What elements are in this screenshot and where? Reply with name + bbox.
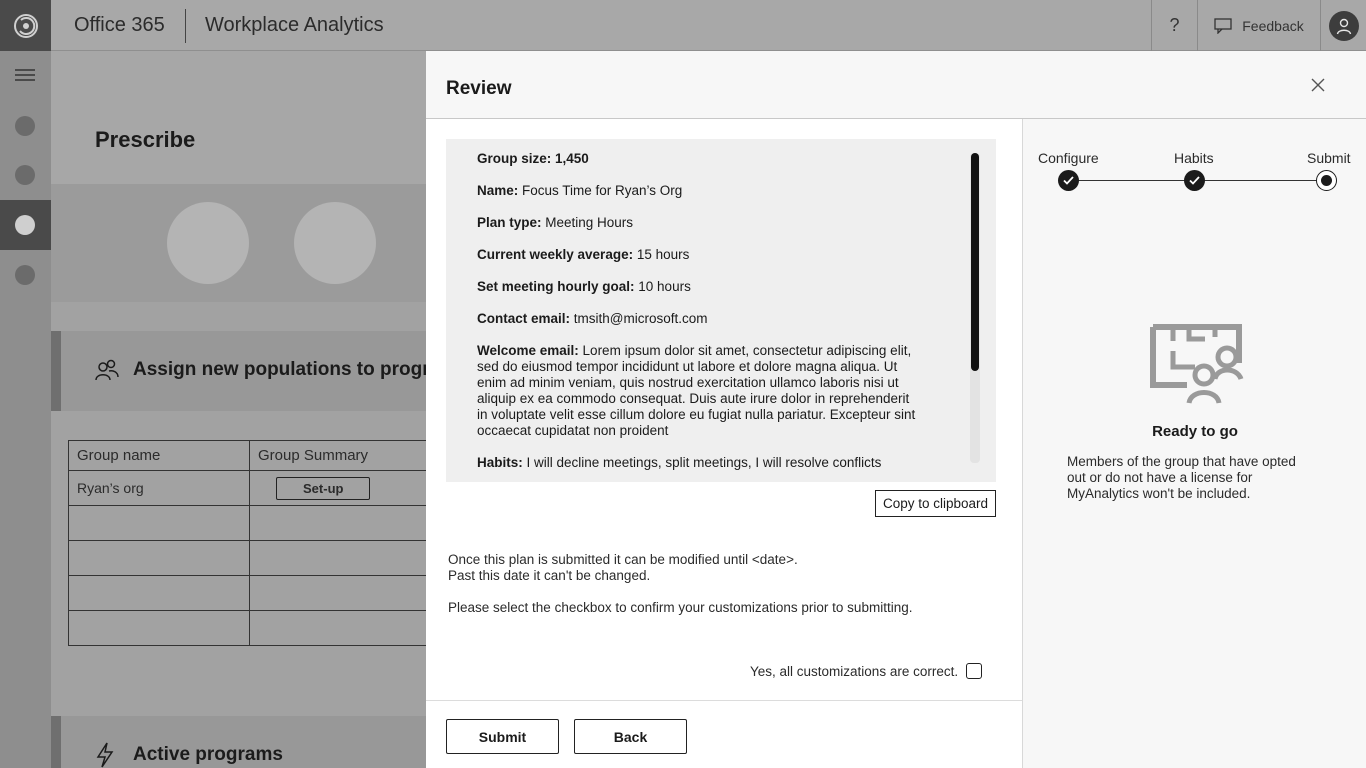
user-menu[interactable] — [1321, 0, 1366, 51]
table-row — [67, 610, 427, 646]
close-icon[interactable] — [1310, 77, 1326, 93]
panel-title: Review — [446, 78, 512, 99]
summary-item: Name: Focus Time for Ryan’s Org — [477, 183, 683, 198]
active-programs-title: Active programs — [133, 744, 283, 765]
table-row — [67, 540, 427, 576]
summary-circle-1 — [167, 202, 249, 284]
plan-summary: Group size: 1,450 Name: Focus Time for R… — [477, 151, 917, 482]
setup-button[interactable]: Set-up — [276, 476, 371, 500]
step-label-submit: Submit — [1307, 150, 1351, 166]
nav-item-active[interactable] — [0, 200, 51, 250]
left-nav-rail — [0, 51, 51, 768]
groups-table: Group name Group Summary Ryan’s org Set-… — [67, 440, 427, 646]
summary-circle-2 — [294, 202, 376, 284]
assign-section-title: Assign new populations to programs — [133, 359, 427, 380]
review-panel: Review Group size: 1,450 Name: Focus Tim… — [426, 51, 1366, 768]
panel-footer: Submit Back — [426, 700, 1022, 768]
confirm-label: Yes, all customizations are correct. — [750, 663, 959, 679]
app-logo-icon[interactable] — [0, 0, 51, 51]
summary-item: Plan type: Meeting Hours — [477, 215, 634, 230]
help-button[interactable]: ? — [1151, 0, 1197, 51]
confirm-checkbox[interactable] — [966, 663, 983, 679]
top-bar: Office 365 Workplace Analytics ? Feedbac… — [0, 0, 1366, 51]
lightning-icon — [96, 742, 114, 768]
back-button[interactable]: Back — [574, 719, 687, 754]
copy-to-clipboard-button[interactable]: Copy to clipboard — [875, 490, 996, 517]
ready-title: Ready to go — [1152, 423, 1238, 440]
group-name-cell: Ryan’s org — [67, 470, 251, 506]
feedback-label: Feedback — [1242, 17, 1304, 34]
step-submit-current-icon[interactable] — [1316, 170, 1337, 191]
action-cell: Set-up — [249, 470, 427, 506]
stepper-labels: Configure Habits Submit — [1023, 150, 1366, 170]
feedback-icon — [1214, 17, 1232, 34]
review-content: Group size: 1,450 Name: Focus Time for R… — [426, 119, 1022, 768]
table-row — [67, 505, 427, 541]
panel-header: Review — [426, 51, 1366, 119]
assign-section: Assign new populations to programs — [51, 331, 427, 411]
summary-item: Set meeting hourly goal: 10 hours — [477, 279, 691, 294]
step-habits-check-icon[interactable] — [1184, 170, 1205, 191]
people-icon — [95, 359, 119, 381]
feedback-button[interactable]: Feedback — [1197, 0, 1321, 51]
summary-item: Welcome email: Lorem ipsum dolor sit ame… — [477, 343, 916, 438]
submit-button[interactable]: Submit — [446, 719, 559, 754]
table-row — [67, 575, 427, 611]
table-row: Ryan’s org Set-up — [67, 470, 427, 506]
ready-description: Members of the group that have opted out… — [1067, 454, 1296, 501]
suite-name[interactable]: Office 365 — [74, 14, 165, 37]
product-name[interactable]: Workplace Analytics — [205, 14, 384, 37]
summary-item: Current weekly average: 15 hours — [477, 247, 690, 262]
step-configure-check-icon[interactable] — [1058, 170, 1079, 191]
user-icon — [1336, 18, 1351, 34]
summary-item: Group size: 1,450 — [477, 151, 589, 166]
nav-item-3 — [15, 215, 35, 235]
avatar[interactable] — [1328, 10, 1359, 41]
modification-note: Once this plan is submitted it can be mo… — [448, 552, 798, 583]
header-divider — [185, 9, 186, 43]
nav-item-1[interactable] — [15, 116, 35, 136]
table-header-row: Group name Group Summary — [67, 440, 427, 471]
column-header: Group Summary — [249, 440, 427, 471]
help-icon: ? — [1169, 15, 1180, 35]
status-column: Configure Habits Submit Ready to go Memb… — [1022, 119, 1366, 768]
scrollbar-thumb[interactable] — [971, 153, 979, 371]
nav-item-2[interactable] — [15, 165, 35, 185]
summary-item: Habits: I will decline meetings, split m… — [477, 455, 882, 470]
checkbox-instruction: Please select the checkbox to confirm yo… — [448, 600, 913, 615]
plan-summary-box: Group size: 1,450 Name: Focus Time for R… — [446, 139, 996, 482]
step-label-habits: Habits — [1174, 150, 1214, 166]
active-programs-section: Active programs — [51, 716, 427, 768]
step-label-configure: Configure — [1038, 150, 1099, 166]
background-page: Prescribe Assign new populations to prog… — [51, 51, 427, 768]
summary-item: Contact email: tmsith@microsoft.com — [477, 311, 708, 326]
column-header: Group name — [67, 440, 251, 471]
page-header — [51, 51, 427, 184]
hamburger-menu-icon[interactable] — [15, 69, 35, 83]
page-title: Prescribe — [95, 127, 196, 152]
confirm-row: Yes, all customizations are correct. — [750, 663, 983, 679]
ready-illustration-icon — [1150, 324, 1244, 404]
nav-item-4[interactable] — [15, 265, 35, 285]
